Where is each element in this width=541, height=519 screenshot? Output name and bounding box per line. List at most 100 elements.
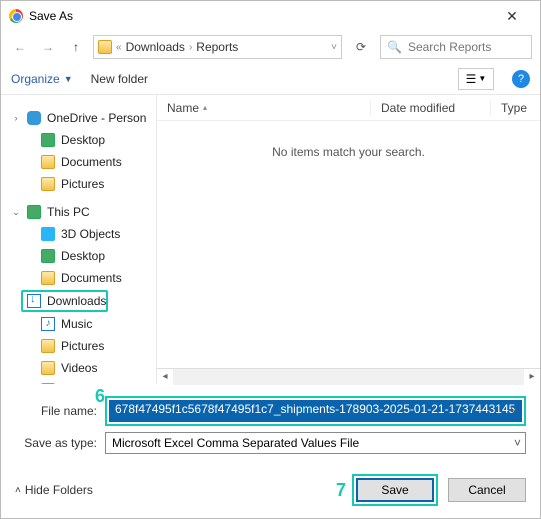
- dialog-footer: ˄ Hide Folders 7 Save Cancel: [1, 464, 540, 518]
- sidebar-item-pictures[interactable]: Pictures: [5, 173, 156, 195]
- column-name[interactable]: Name ▴: [157, 101, 370, 115]
- music-icon: ♪: [41, 317, 55, 331]
- up-button[interactable]: ↑: [65, 36, 87, 58]
- new-folder-button[interactable]: New folder: [91, 72, 148, 86]
- filename-combobox[interactable]: 678f47495f1c5678f47495f1c7_shipments-178…: [109, 400, 522, 422]
- sidebar-item-desktop[interactable]: Desktop: [5, 129, 156, 151]
- video-icon: [41, 361, 55, 375]
- save-button[interactable]: Save: [356, 478, 434, 502]
- annotation-7: 7: [336, 480, 346, 501]
- organize-button[interactable]: Organize ▼: [11, 72, 73, 86]
- download-icon: [27, 294, 41, 308]
- save-as-dialog: Save As ✕ ← → ↑ « Downloads › Reports ˅ …: [0, 0, 541, 519]
- hide-folders-button[interactable]: ˄ Hide Folders: [15, 483, 93, 497]
- chevron-down-icon: ▼: [478, 74, 486, 83]
- desktop-icon: [41, 133, 55, 147]
- back-button[interactable]: ←: [9, 36, 31, 58]
- sidebar-item-label: Documents: [61, 271, 122, 285]
- scroll-left-icon[interactable]: ◂: [157, 371, 173, 382]
- folder-icon: [98, 40, 112, 54]
- breadcrumb-reports[interactable]: Reports: [196, 40, 238, 54]
- organize-label: Organize: [11, 72, 60, 86]
- sidebar-item-label: Pictures: [61, 339, 104, 353]
- sidebar: › OneDrive - Person Desktop Documents Pi…: [1, 95, 156, 384]
- chevron-down-icon[interactable]: ⌄: [11, 207, 21, 218]
- 3d-icon: [41, 227, 55, 241]
- sidebar-item-label: Videos: [61, 361, 97, 375]
- file-list: Name ▴ Date modified Type No items match …: [156, 95, 540, 384]
- column-label: Date modified: [381, 101, 455, 115]
- sidebar-item-label: Downloads: [47, 294, 106, 308]
- column-type[interactable]: Type: [490, 101, 540, 115]
- sidebar-item-label: Pictures: [61, 177, 104, 191]
- sidebar-item-pictures2[interactable]: Pictures: [5, 335, 156, 357]
- column-date[interactable]: Date modified: [370, 101, 490, 115]
- chevron-down-icon[interactable]: ˅: [514, 436, 521, 450]
- folder-icon: [41, 177, 55, 191]
- toolbar: Organize ▼ New folder ☰ ▼ ?: [1, 63, 540, 95]
- sidebar-item-videos[interactable]: Videos: [5, 357, 156, 379]
- scroll-right-icon[interactable]: ▸: [524, 371, 540, 382]
- filename-label: File name:: [15, 404, 105, 418]
- refresh-button[interactable]: ⟳: [348, 35, 374, 59]
- folder-icon: [41, 271, 55, 285]
- sidebar-item-label: Documents: [61, 155, 122, 169]
- column-label: Name: [167, 101, 199, 115]
- close-button[interactable]: ✕: [492, 8, 532, 25]
- savetype-label: Save as type:: [15, 436, 105, 450]
- pc-icon: [27, 205, 41, 219]
- chevron-down-icon[interactable]: ˅: [331, 42, 337, 53]
- savetype-combobox[interactable]: Microsoft Excel Comma Separated Values F…: [105, 432, 526, 454]
- horizontal-scrollbar[interactable]: ◂ ▸: [157, 368, 540, 384]
- hide-folders-label: Hide Folders: [25, 483, 93, 497]
- chrome-icon: [9, 9, 23, 23]
- sidebar-item-documents2[interactable]: Documents: [5, 267, 156, 289]
- sidebar-item-label: Music: [61, 317, 92, 331]
- filename-input[interactable]: 678f47495f1c5678f47495f1c7_shipments-178…: [110, 401, 521, 421]
- cloud-icon: [27, 111, 41, 125]
- forward-button: →: [37, 36, 59, 58]
- chevron-up-icon: ˄: [15, 485, 21, 496]
- chevron-down-icon[interactable]: ˅: [510, 404, 517, 418]
- folder-icon: [41, 155, 55, 169]
- sidebar-item-thispc[interactable]: ⌄ This PC: [5, 201, 156, 223]
- sidebar-item-label: Desktop: [61, 249, 105, 263]
- list-icon: ☰: [466, 72, 477, 86]
- breadcrumb-sep: «: [116, 42, 122, 53]
- file-form: 6 File name: 678f47495f1c5678f47495f1c7_…: [1, 384, 540, 464]
- column-label: Type: [501, 101, 527, 115]
- sidebar-item-label: Desktop: [61, 133, 105, 147]
- search-icon: 🔍: [387, 40, 402, 54]
- chevron-right-icon: ›: [189, 42, 192, 53]
- desktop-icon: [41, 249, 55, 263]
- search-input[interactable]: 🔍 Search Reports: [380, 35, 532, 59]
- help-button[interactable]: ?: [512, 70, 530, 88]
- nav-row: ← → ↑ « Downloads › Reports ˅ ⟳ 🔍 Search…: [1, 31, 540, 63]
- sidebar-item-label: 3D Objects: [61, 227, 120, 241]
- savetype-value: Microsoft Excel Comma Separated Values F…: [112, 436, 359, 450]
- sidebar-item-music[interactable]: ♪ Music: [5, 313, 156, 335]
- view-button[interactable]: ☰ ▼: [458, 68, 494, 90]
- content-area: › OneDrive - Person Desktop Documents Pi…: [1, 95, 540, 384]
- sort-asc-icon: ▴: [203, 103, 207, 112]
- breadcrumb-downloads[interactable]: Downloads: [126, 40, 185, 54]
- column-headers: Name ▴ Date modified Type: [157, 95, 540, 121]
- sidebar-item-desktop2[interactable]: Desktop: [5, 245, 156, 267]
- search-placeholder: Search Reports: [408, 40, 491, 54]
- dialog-title: Save As: [29, 9, 73, 23]
- sidebar-item-3dobjects[interactable]: 3D Objects: [5, 223, 156, 245]
- annotation-6: 6: [95, 386, 105, 407]
- sidebar-item-downloads[interactable]: Downloads: [23, 292, 106, 310]
- sidebar-item-onedrive[interactable]: › OneDrive - Person: [5, 107, 156, 129]
- breadcrumb[interactable]: « Downloads › Reports ˅: [93, 35, 342, 59]
- chevron-down-icon: ▼: [64, 74, 73, 84]
- scroll-track[interactable]: [173, 369, 524, 385]
- folder-icon: [41, 339, 55, 353]
- titlebar: Save As ✕: [1, 1, 540, 31]
- sidebar-item-label: This PC: [47, 205, 90, 219]
- chevron-right-icon[interactable]: ›: [11, 113, 21, 123]
- empty-message: No items match your search.: [157, 121, 540, 368]
- cancel-button[interactable]: Cancel: [448, 478, 526, 502]
- sidebar-item-documents[interactable]: Documents: [5, 151, 156, 173]
- sidebar-item-label: OneDrive - Person: [47, 111, 146, 125]
